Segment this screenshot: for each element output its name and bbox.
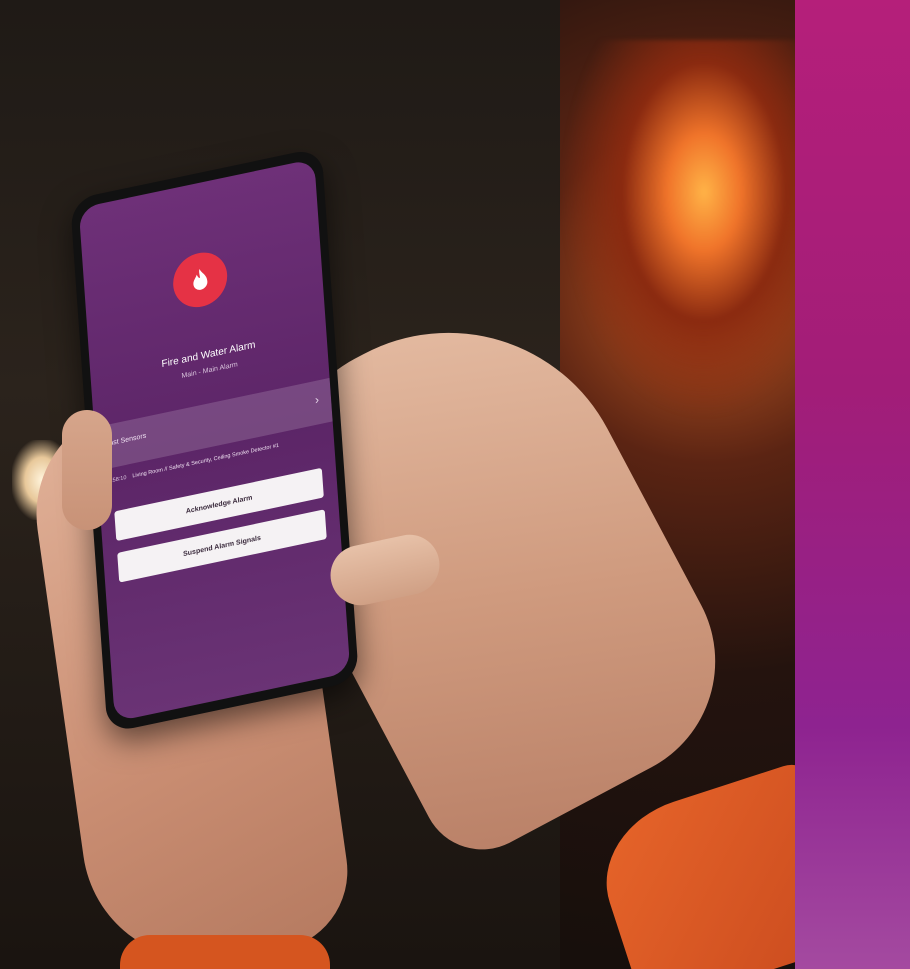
phone-screen: Fire and Water Alarm Main - Main Alarm L… (78, 158, 351, 722)
photo-background: Fire and Water Alarm Main - Main Alarm L… (0, 0, 910, 969)
left-sleeve (120, 935, 330, 969)
fire-icon (193, 269, 208, 290)
left-index-finger (62, 410, 112, 530)
alarm-badge (171, 247, 229, 313)
chevron-right-icon: › (314, 392, 320, 407)
smartphone: Fire and Water Alarm Main - Main Alarm L… (70, 147, 360, 734)
fireplace-flame (560, 40, 800, 420)
brand-color-panel (795, 0, 910, 969)
